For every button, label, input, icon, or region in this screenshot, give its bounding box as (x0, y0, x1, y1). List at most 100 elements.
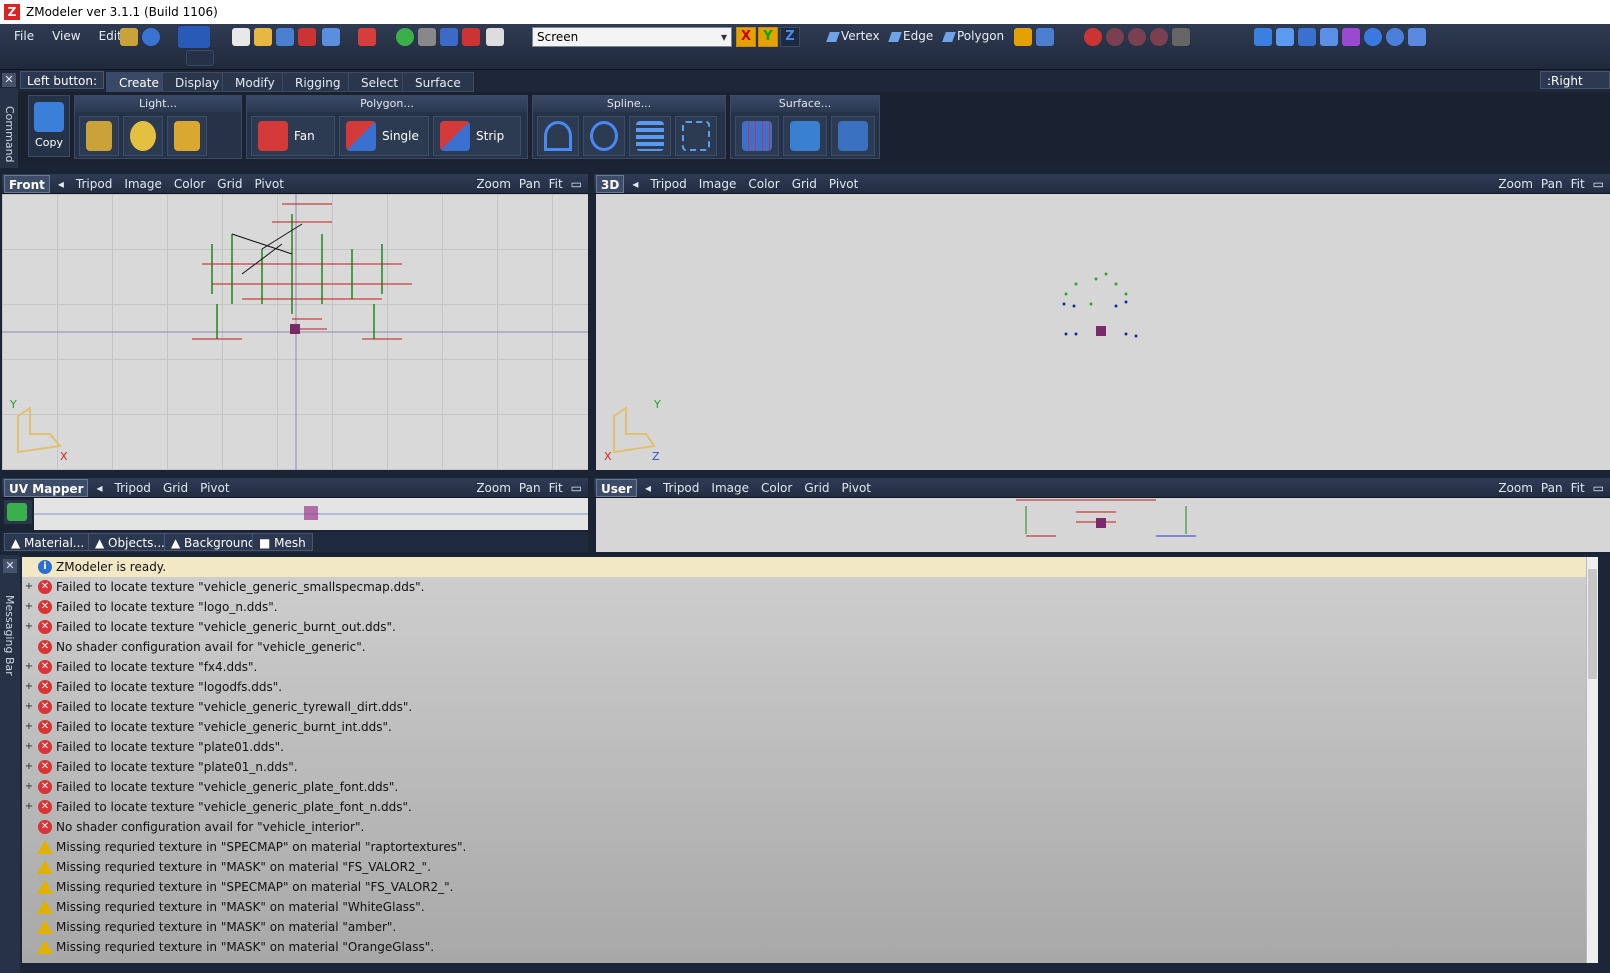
pin-c-icon[interactable] (1128, 28, 1146, 46)
scrollbar-thumb[interactable] (1588, 569, 1597, 679)
3d-tripod[interactable]: Tripod (650, 177, 686, 191)
3d-fit[interactable]: Fit (1571, 177, 1585, 191)
edge-mode-button[interactable]: Edge (888, 29, 933, 43)
3d-pan[interactable]: Pan (1541, 177, 1563, 191)
tab-rigging[interactable]: Rigging (282, 72, 354, 92)
user-zoom[interactable]: Zoom (1498, 481, 1533, 495)
expand-icon[interactable]: + (22, 757, 36, 777)
spline-circle-button[interactable] (583, 116, 625, 156)
expand-icon[interactable]: + (22, 617, 36, 637)
3d-viewport-name[interactable]: 3D (596, 174, 625, 193)
3d-image[interactable]: Image (699, 177, 737, 191)
uv-pan[interactable]: Pan (519, 481, 541, 495)
maximize-icon[interactable]: ▭ (571, 177, 582, 191)
front-fit[interactable]: Fit (549, 177, 563, 191)
front-viewport-name[interactable]: Front (4, 174, 50, 193)
copy-button[interactable]: Copy (28, 95, 70, 157)
user-pan[interactable]: Pan (1541, 481, 1563, 495)
pin-d-icon[interactable] (1150, 28, 1168, 46)
list-item[interactable]: Missing requried texture in "MASK" on ma… (22, 857, 1598, 877)
close-icon[interactable]: ✕ (2, 73, 16, 87)
cylinder-icon[interactable] (1254, 28, 1272, 46)
front-grid[interactable]: Grid (217, 177, 242, 191)
front-tripod[interactable]: Tripod (76, 177, 112, 191)
new-file-icon[interactable] (232, 28, 250, 46)
list-item[interactable]: + ✕ Failed to locate texture "vehicle_gene… (22, 617, 1598, 637)
message-scrollbar[interactable] (1586, 557, 1598, 963)
axis-y-button[interactable]: Y (758, 27, 778, 47)
front-zoom[interactable]: Zoom (476, 177, 511, 191)
uv-pivot[interactable]: Pivot (200, 481, 229, 495)
redo-icon[interactable] (462, 28, 480, 46)
light-direct-button[interactable] (167, 116, 207, 156)
list-item[interactable]: + ✕ Failed to locate texture "logodfs.dds"… (22, 677, 1598, 697)
hierarchy-icon[interactable] (120, 28, 138, 46)
menu-file[interactable]: File (6, 26, 42, 46)
list-item[interactable]: i ZModeler is ready. (22, 557, 1598, 577)
user-viewport-name[interactable]: User (596, 478, 637, 497)
spline-helix-button[interactable] (629, 116, 671, 156)
tab-surface[interactable]: Surface (402, 72, 474, 92)
object-mode-icon[interactable] (1014, 28, 1032, 46)
user-pivot[interactable]: Pivot (842, 481, 871, 495)
list-item[interactable]: + ✕ Failed to locate texture "vehicle_gene… (22, 797, 1598, 817)
expand-icon[interactable]: + (22, 577, 36, 597)
list-item[interactable]: + ✕ Failed to locate texture "plate01.dds"… (22, 737, 1598, 757)
expand-icon[interactable]: + (22, 777, 36, 797)
sphere-icon[interactable] (1364, 28, 1382, 46)
uv-zoom[interactable]: Zoom (476, 481, 511, 495)
spline-arc-button[interactable] (537, 116, 579, 156)
torus-icon[interactable] (1386, 28, 1404, 46)
open-file-icon[interactable] (254, 28, 272, 46)
surface-group-title[interactable]: Surface... (731, 96, 879, 112)
chevron-left-icon[interactable]: ◂ (632, 177, 638, 191)
coord-space-select[interactable]: Screen ▾ (532, 27, 732, 47)
play-icon[interactable] (186, 50, 214, 66)
cone-icon[interactable] (1276, 28, 1294, 46)
help-icon[interactable] (142, 28, 160, 46)
maximize-icon[interactable]: ▭ (1593, 481, 1604, 495)
light-group-title[interactable]: Light... (75, 96, 241, 112)
light-omni-button[interactable] (123, 116, 163, 156)
chevron-left-icon[interactable]: ◂ (58, 177, 64, 191)
user-color[interactable]: Color (761, 481, 792, 495)
expand-icon[interactable]: + (22, 737, 36, 757)
axis-z-button[interactable]: Z (780, 27, 800, 47)
vertex-mode-button[interactable]: Vertex (826, 29, 880, 43)
message-list[interactable]: i ZModeler is ready. + ✕ Failed to locate te… (22, 557, 1598, 963)
user-image[interactable]: Image (711, 481, 749, 495)
background-panel[interactable]: ▲ Background (164, 533, 263, 551)
delete-icon[interactable] (298, 28, 316, 46)
front-viewport[interactable]: Y X (2, 194, 588, 470)
list-item[interactable]: Missing requried texture in "MASK" on ma… (22, 937, 1598, 957)
list-item[interactable]: Missing requried texture in "SPECMAP" on… (22, 837, 1598, 857)
magnet-icon[interactable] (358, 28, 376, 46)
user-viewport[interactable] (596, 498, 1610, 552)
polygon-group-title[interactable]: Polygon... (247, 96, 527, 112)
tube-icon[interactable] (1320, 28, 1338, 46)
pin-b-icon[interactable] (1106, 28, 1124, 46)
list-item[interactable]: + ✕ Failed to locate texture "vehicle_gene… (22, 777, 1598, 797)
objects-panel[interactable]: ▲ Objects... (88, 533, 172, 551)
expand-icon[interactable]: + (22, 597, 36, 617)
material-panel[interactable]: ▲ Material... (4, 533, 92, 551)
clipboard-icon[interactable] (486, 28, 504, 46)
cube-icon[interactable] (1298, 28, 1316, 46)
save-icon[interactable] (276, 28, 294, 46)
uv-viewport[interactable] (34, 498, 588, 530)
list-item[interactable]: ✕ No shader configuration avail for "vehi… (22, 637, 1598, 657)
uv-viewport-name[interactable]: UV Mapper (4, 478, 89, 497)
mesh-panel[interactable]: ■ Mesh (252, 533, 313, 551)
render-icon[interactable] (396, 28, 414, 46)
list-item[interactable]: + ✕ Failed to locate texture "vehicle_gene… (22, 717, 1598, 737)
user-tripod[interactable]: Tripod (663, 481, 699, 495)
front-image[interactable]: Image (124, 177, 162, 191)
user-fit[interactable]: Fit (1571, 481, 1585, 495)
list-item[interactable]: Missing requried texture in "MASK" on ma… (22, 897, 1598, 917)
list-item[interactable]: Missing requried texture in "MASK" on ma… (22, 917, 1598, 937)
close-icon[interactable]: ✕ (3, 559, 17, 573)
fan-button[interactable]: Fan (251, 116, 335, 156)
dots-icon[interactable] (1342, 28, 1360, 46)
list-item[interactable]: + ✕ Failed to locate texture "logo_n.dds". (22, 597, 1598, 617)
pin-e-icon[interactable] (1172, 28, 1190, 46)
